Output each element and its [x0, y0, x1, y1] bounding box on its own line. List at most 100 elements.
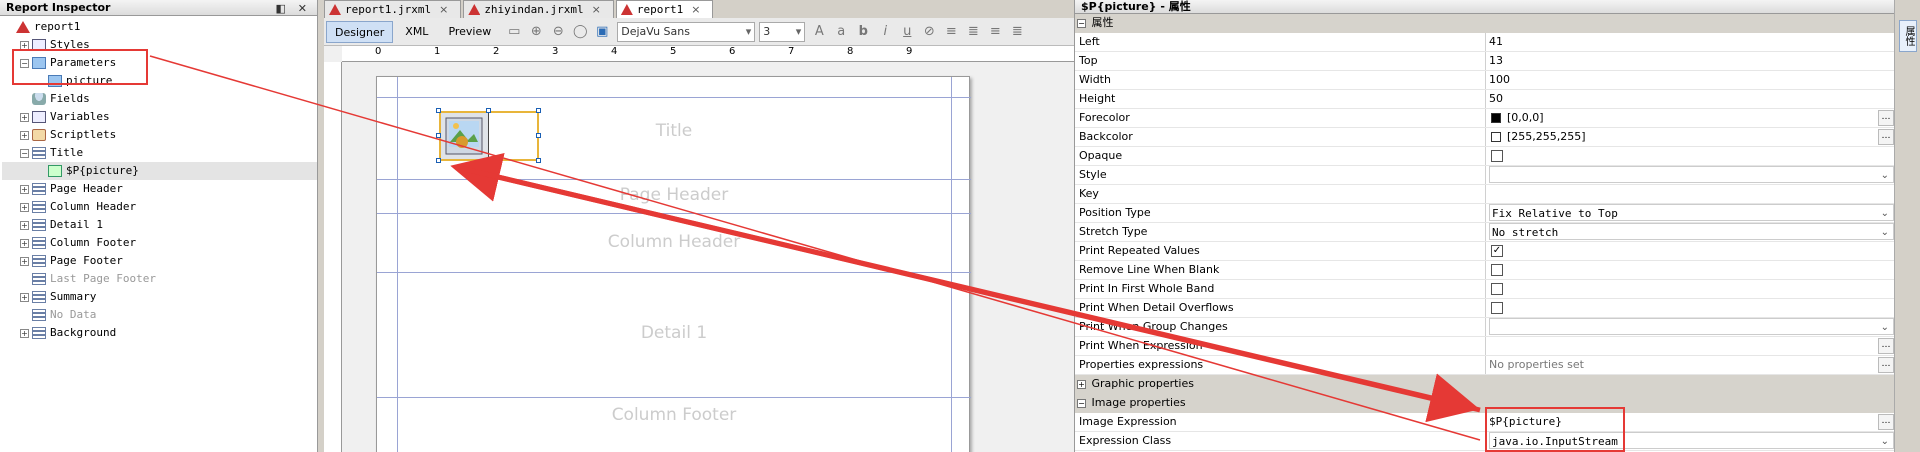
- property-row[interactable]: Print When Expression…: [1075, 337, 1894, 356]
- property-combo[interactable]: No stretch ⌄: [1489, 223, 1894, 240]
- resize-handle-e[interactable]: [536, 133, 541, 138]
- collapse-icon[interactable]: −: [1077, 398, 1086, 408]
- property-combo[interactable]: ⌄: [1489, 166, 1894, 183]
- properties-section-header[interactable]: − 属性: [1075, 14, 1894, 33]
- design-canvas[interactable]: Title Page Header Column Header Detail 1…: [342, 62, 1074, 452]
- expand-icon[interactable]: +: [20, 202, 29, 212]
- property-row[interactable]: Properties expressions No properties set…: [1075, 356, 1894, 375]
- zoom-actual-icon[interactable]: ◯: [572, 24, 588, 40]
- view-tab-preview[interactable]: Preview: [440, 21, 499, 43]
- tree-node[interactable]: + Detail 1: [2, 216, 317, 234]
- bold-icon[interactable]: b: [855, 24, 871, 40]
- resize-handle-ne[interactable]: [536, 108, 541, 113]
- close-icon[interactable]: ×: [439, 3, 448, 16]
- tree-node[interactable]: report1: [2, 18, 317, 36]
- underline-icon[interactable]: u: [899, 24, 915, 40]
- tree-node[interactable]: + Variables: [2, 108, 317, 126]
- editor-tab[interactable]: zhiyindan.jrxml ×: [463, 0, 614, 18]
- resize-handle-se[interactable]: [536, 158, 541, 163]
- property-row[interactable]: Position Type Fix Relative to Top ⌄: [1075, 204, 1894, 223]
- property-row[interactable]: Print When Group Changes ⌄: [1075, 318, 1894, 337]
- editor-tab[interactable]: report1.jrxml ×: [324, 0, 462, 18]
- ellipsis-button[interactable]: …: [1878, 129, 1894, 145]
- property-checkbox[interactable]: [1491, 150, 1503, 162]
- tree-node[interactable]: $P{picture}: [2, 162, 317, 180]
- editor-tab[interactable]: report1 ×: [615, 0, 714, 18]
- property-row[interactable]: Opaque: [1075, 147, 1894, 166]
- collapse-icon[interactable]: −: [20, 148, 29, 158]
- property-value[interactable]: [0,0,0]…: [1486, 109, 1894, 127]
- resize-handle-n[interactable]: [486, 108, 491, 113]
- property-row[interactable]: Print In First Whole Band: [1075, 280, 1894, 299]
- expand-icon[interactable]: +: [20, 130, 29, 140]
- tree-node[interactable]: − Title: [2, 144, 317, 162]
- expand-icon[interactable]: +: [20, 112, 29, 122]
- expand-icon[interactable]: +: [20, 238, 29, 248]
- property-checkbox[interactable]: [1491, 283, 1503, 295]
- tree-node[interactable]: + Column Footer: [2, 234, 317, 252]
- property-value[interactable]: [1486, 261, 1894, 279]
- properties-side-tab[interactable]: 属性: [1899, 20, 1917, 52]
- tree-node[interactable]: Last Page Footer: [2, 270, 317, 288]
- property-value[interactable]: No properties set…: [1486, 356, 1894, 374]
- ellipsis-button[interactable]: …: [1878, 110, 1894, 126]
- property-row[interactable]: Print Repeated Values ✓: [1075, 242, 1894, 261]
- property-row[interactable]: Print When Detail Overflows: [1075, 299, 1894, 318]
- align-center-icon[interactable]: ≣: [965, 24, 981, 40]
- close-icon[interactable]: ×: [592, 3, 601, 16]
- italic-icon[interactable]: i: [877, 24, 893, 40]
- expand-icon[interactable]: +: [1077, 379, 1086, 389]
- property-checkbox[interactable]: ✓: [1491, 245, 1503, 257]
- strikethrough-icon[interactable]: ⊘: [921, 24, 937, 40]
- property-value[interactable]: Fix Relative to Top ⌄: [1486, 204, 1894, 222]
- ellipsis-button[interactable]: …: [1878, 357, 1894, 373]
- property-row[interactable]: Top 13: [1075, 52, 1894, 71]
- property-value[interactable]: 13: [1486, 52, 1894, 70]
- tree-node[interactable]: Fields: [2, 90, 317, 108]
- property-row[interactable]: Stretch Type No stretch ⌄: [1075, 223, 1894, 242]
- property-value[interactable]: [1486, 280, 1894, 298]
- property-value[interactable]: 100: [1486, 71, 1894, 89]
- property-row[interactable]: Height 50: [1075, 90, 1894, 109]
- property-value[interactable]: [1486, 299, 1894, 317]
- resize-handle-sw[interactable]: [436, 158, 441, 163]
- expand-icon[interactable]: +: [20, 292, 29, 302]
- font-decrease-icon[interactable]: a: [833, 24, 849, 40]
- property-value[interactable]: No stretch ⌄: [1486, 223, 1894, 241]
- property-value[interactable]: 41: [1486, 33, 1894, 51]
- close-icon[interactable]: ×: [691, 3, 700, 16]
- graphic-properties-group[interactable]: + Graphic properties: [1075, 375, 1894, 394]
- zoom-fit-icon[interactable]: ▭: [506, 24, 522, 40]
- font-size-select[interactable]: 3 ▾: [759, 21, 806, 42]
- element-properties-icon[interactable]: ▣: [594, 24, 610, 40]
- zoom-in-icon[interactable]: ⊕: [528, 24, 544, 40]
- property-value[interactable]: [1486, 147, 1894, 165]
- expand-icon[interactable]: +: [20, 184, 29, 194]
- expand-icon[interactable]: +: [20, 328, 29, 338]
- property-row[interactable]: Width 100: [1075, 71, 1894, 90]
- property-value[interactable]: ✓: [1486, 242, 1894, 260]
- property-value[interactable]: …: [1486, 337, 1894, 355]
- property-value[interactable]: [1486, 185, 1894, 203]
- property-checkbox[interactable]: [1491, 302, 1503, 314]
- property-value[interactable]: [255,255,255]…: [1486, 128, 1894, 146]
- align-right-icon[interactable]: ≡: [987, 24, 1003, 40]
- inspector-window-controls[interactable]: ◧ ✕: [276, 1, 311, 16]
- property-row[interactable]: Remove Line When Blank: [1075, 261, 1894, 280]
- property-value[interactable]: 50: [1486, 90, 1894, 108]
- view-tab-designer[interactable]: Designer: [326, 20, 394, 43]
- resize-handle-w[interactable]: [436, 133, 441, 138]
- property-row[interactable]: Backcolor [255,255,255]…: [1075, 128, 1894, 147]
- tree-node[interactable]: + Scriptlets: [2, 126, 317, 144]
- property-row[interactable]: Style ⌄: [1075, 166, 1894, 185]
- align-justify-icon[interactable]: ≣: [1009, 24, 1025, 40]
- tree-node[interactable]: + Column Header: [2, 198, 317, 216]
- collapse-icon[interactable]: −: [1077, 18, 1086, 28]
- property-row[interactable]: Left 41: [1075, 33, 1894, 52]
- expand-icon[interactable]: +: [20, 220, 29, 230]
- property-row[interactable]: Forecolor [0,0,0]…: [1075, 109, 1894, 128]
- property-combo[interactable]: ⌄: [1489, 318, 1894, 335]
- ellipsis-button[interactable]: …: [1878, 414, 1894, 430]
- property-combo[interactable]: Fix Relative to Top ⌄: [1489, 204, 1894, 221]
- resize-handle-nw[interactable]: [436, 108, 441, 113]
